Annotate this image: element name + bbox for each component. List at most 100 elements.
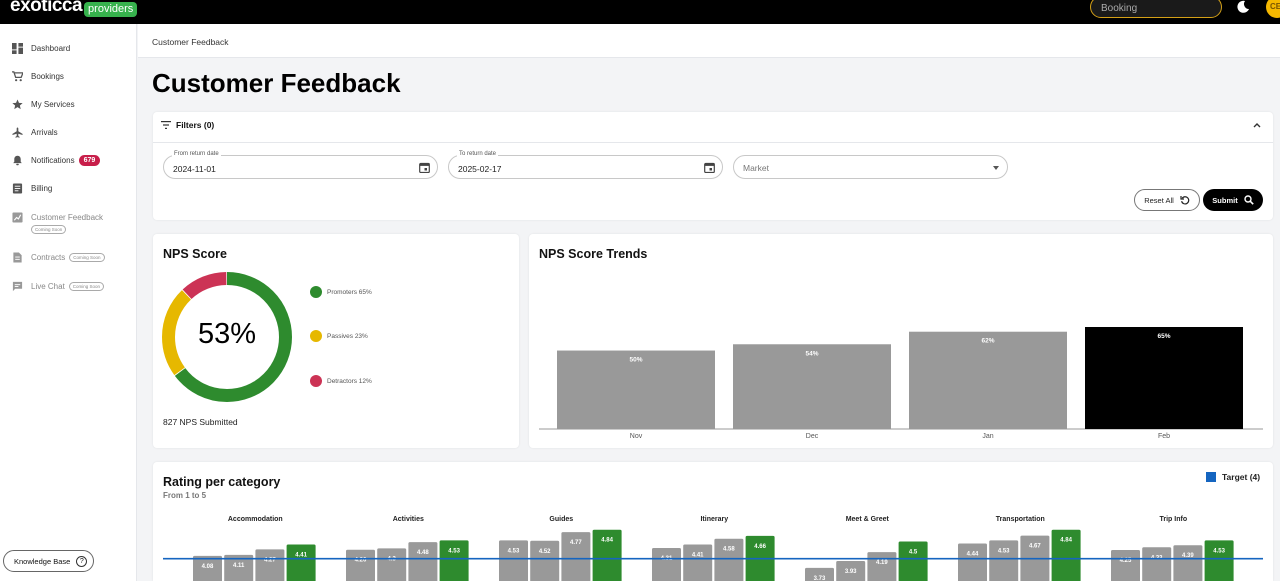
reset-icon xyxy=(1180,196,1190,205)
sidebar-item-label: My Services xyxy=(31,99,75,109)
calendar-icon[interactable] xyxy=(419,162,430,173)
filter-icon xyxy=(161,121,171,129)
from-return-date-label: From return date xyxy=(172,151,221,157)
rating-bar xyxy=(683,544,713,581)
rating-bar-label: 4.53 xyxy=(448,548,460,554)
coming-soon-badge: Coming Soon xyxy=(68,281,105,291)
billing-icon xyxy=(12,182,23,194)
rating-category-label: Accommodation xyxy=(228,516,283,523)
from-return-date-value: 2024-11-01 xyxy=(173,164,216,174)
sidebar-item-contracts[interactable]: Contracts Coming Soon xyxy=(0,244,137,270)
bell-icon xyxy=(13,155,22,165)
submit-button[interactable]: Submit xyxy=(1203,189,1263,211)
legend-passives: Passives 23% xyxy=(310,330,368,342)
legend-label: Passives 23% xyxy=(327,332,368,340)
coming-soon-badge: Coming Soon xyxy=(69,252,105,262)
sidebar-item-arrivals[interactable]: Arrivals xyxy=(0,119,137,145)
contract-icon xyxy=(13,251,22,263)
trend-x-tick: Dec xyxy=(806,433,819,440)
sidebar-item-label: Arrivals xyxy=(31,127,58,137)
rating-bar-label: 4.11 xyxy=(233,563,245,569)
legend-promoters: Promoters 65% xyxy=(310,286,372,298)
sidebar-item-label: Dashboard xyxy=(31,43,71,53)
sidebar: Dashboard Bookings My Services Arrivals … xyxy=(0,24,137,581)
rating-bar-label: 4.58 xyxy=(723,547,735,553)
rating-bar-label: 4.53 xyxy=(1213,548,1225,554)
rating-bar-latest xyxy=(898,541,928,581)
legend-detractors: Detractors 12% xyxy=(310,375,372,387)
sidebar-item-notifications[interactable]: Notifications 679 xyxy=(0,147,137,173)
rating-bar-label: 4.08 xyxy=(202,564,214,570)
rating-category-label: Guides xyxy=(549,516,573,523)
dashboard-icon xyxy=(12,42,23,54)
sidebar-item-billing[interactable]: Billing xyxy=(0,175,137,201)
logo-text: exoticca xyxy=(10,0,83,16)
sidebar-item-customer-feedback[interactable]: Customer Feedback Coming Soon xyxy=(0,208,137,236)
notifications-count-badge: 679 xyxy=(78,154,101,166)
rating-bar xyxy=(377,548,407,581)
sidebar-item-label: Customer Feedback xyxy=(31,213,104,222)
rating-bar xyxy=(989,540,1019,581)
avatar[interactable]: CE xyxy=(1266,0,1280,18)
divider xyxy=(153,142,1273,143)
rating-bar xyxy=(652,547,681,581)
rating-bar-label: 4.77 xyxy=(570,540,582,546)
trend-bar-feb xyxy=(1085,327,1243,429)
knowledge-base-button[interactable]: Knowledge Base ? xyxy=(3,550,94,572)
rating-bar-label: 4.44 xyxy=(967,552,979,558)
breadcrumb: Customer Feedback xyxy=(152,37,229,47)
rating-bar xyxy=(1111,550,1140,581)
filters-title: Filters (0) xyxy=(176,120,215,130)
submit-label: Submit xyxy=(1212,195,1238,205)
rating-chart: Accommodation4.08 4.114.274.41Activities4… xyxy=(163,516,1263,581)
sidebar-item-live-chat[interactable]: Live Chat Coming Soon xyxy=(0,273,137,299)
knowledge-base-label: Knowledge Base xyxy=(14,556,71,566)
calendar-icon[interactable] xyxy=(704,162,715,173)
coming-soon-badge: Coming Soon xyxy=(31,225,67,234)
trend-bar-label: 65% xyxy=(1157,333,1170,340)
trend-x-tick: Jan xyxy=(982,433,993,440)
sidebar-item-label: Billing xyxy=(31,183,53,193)
trend-x-tick: Nov xyxy=(630,433,643,440)
rating-per-category-card: Rating per category From 1 to 5 Target (… xyxy=(153,462,1273,581)
sidebar-item-label: Contracts xyxy=(31,252,66,262)
sidebar-item-dashboard[interactable]: Dashboard xyxy=(0,35,137,61)
from-return-date-field[interactable]: From return date 2024-11-01 xyxy=(163,151,438,179)
sidebar-item-label: Bookings xyxy=(31,71,64,81)
logo[interactable]: exoticca providers xyxy=(10,0,138,18)
rating-bar xyxy=(255,549,285,581)
booking-search-input[interactable]: Booking xyxy=(1090,0,1222,18)
to-return-date-label: To return date xyxy=(457,151,499,157)
moon-icon[interactable] xyxy=(1236,0,1250,14)
chevron-up-icon[interactable] xyxy=(1253,122,1261,128)
market-placeholder: Market xyxy=(743,163,769,173)
rating-bar-label: 4.67 xyxy=(1029,544,1041,550)
reset-all-label: Reset All xyxy=(1144,195,1174,205)
rating-category-label: Trip Info xyxy=(1159,516,1187,523)
sidebar-item-label: Notifications xyxy=(31,155,75,165)
rating-bar-label: 4.84 xyxy=(601,538,613,544)
rating-bar-label: 3.93 xyxy=(845,569,857,575)
rating-bar-label: 3.73 xyxy=(814,576,826,581)
reset-all-button[interactable]: Reset All xyxy=(1134,189,1200,211)
rating-category-label: Itinerary xyxy=(700,516,728,523)
nps-score-card: NPS Score 53% Promoters 65% Passives 23%… xyxy=(153,234,519,448)
trend-bar-label: 54% xyxy=(805,350,818,357)
top-bar: exoticca providers Booking CE xyxy=(0,0,1280,24)
nps-trends-card: NPS Score Trends 50% Nov 54% Dec 62% Jan 65% Fe… xyxy=(529,234,1273,448)
market-select[interactable]: Market xyxy=(733,155,1008,179)
rating-category-label: Meet & Greet xyxy=(846,516,890,523)
sidebar-item-my-services[interactable]: My Services xyxy=(0,91,137,117)
filters-header[interactable]: Filters (0) xyxy=(161,120,214,130)
rating-bar-latest xyxy=(439,540,469,581)
rating-bar-latest xyxy=(1204,540,1234,581)
chat-icon xyxy=(12,281,23,291)
rating-bar xyxy=(408,542,438,581)
nps-submitted-count: 827 NPS Submitted xyxy=(163,417,238,427)
rating-bar xyxy=(1142,547,1172,581)
chevron-down-icon xyxy=(993,166,999,170)
sidebar-item-bookings[interactable]: Bookings xyxy=(0,63,137,89)
to-return-date-field[interactable]: To return date 2025-02-17 xyxy=(448,151,723,179)
nps-score-value: 53% xyxy=(197,318,257,350)
rating-bar-label: 4.84 xyxy=(1060,538,1072,544)
